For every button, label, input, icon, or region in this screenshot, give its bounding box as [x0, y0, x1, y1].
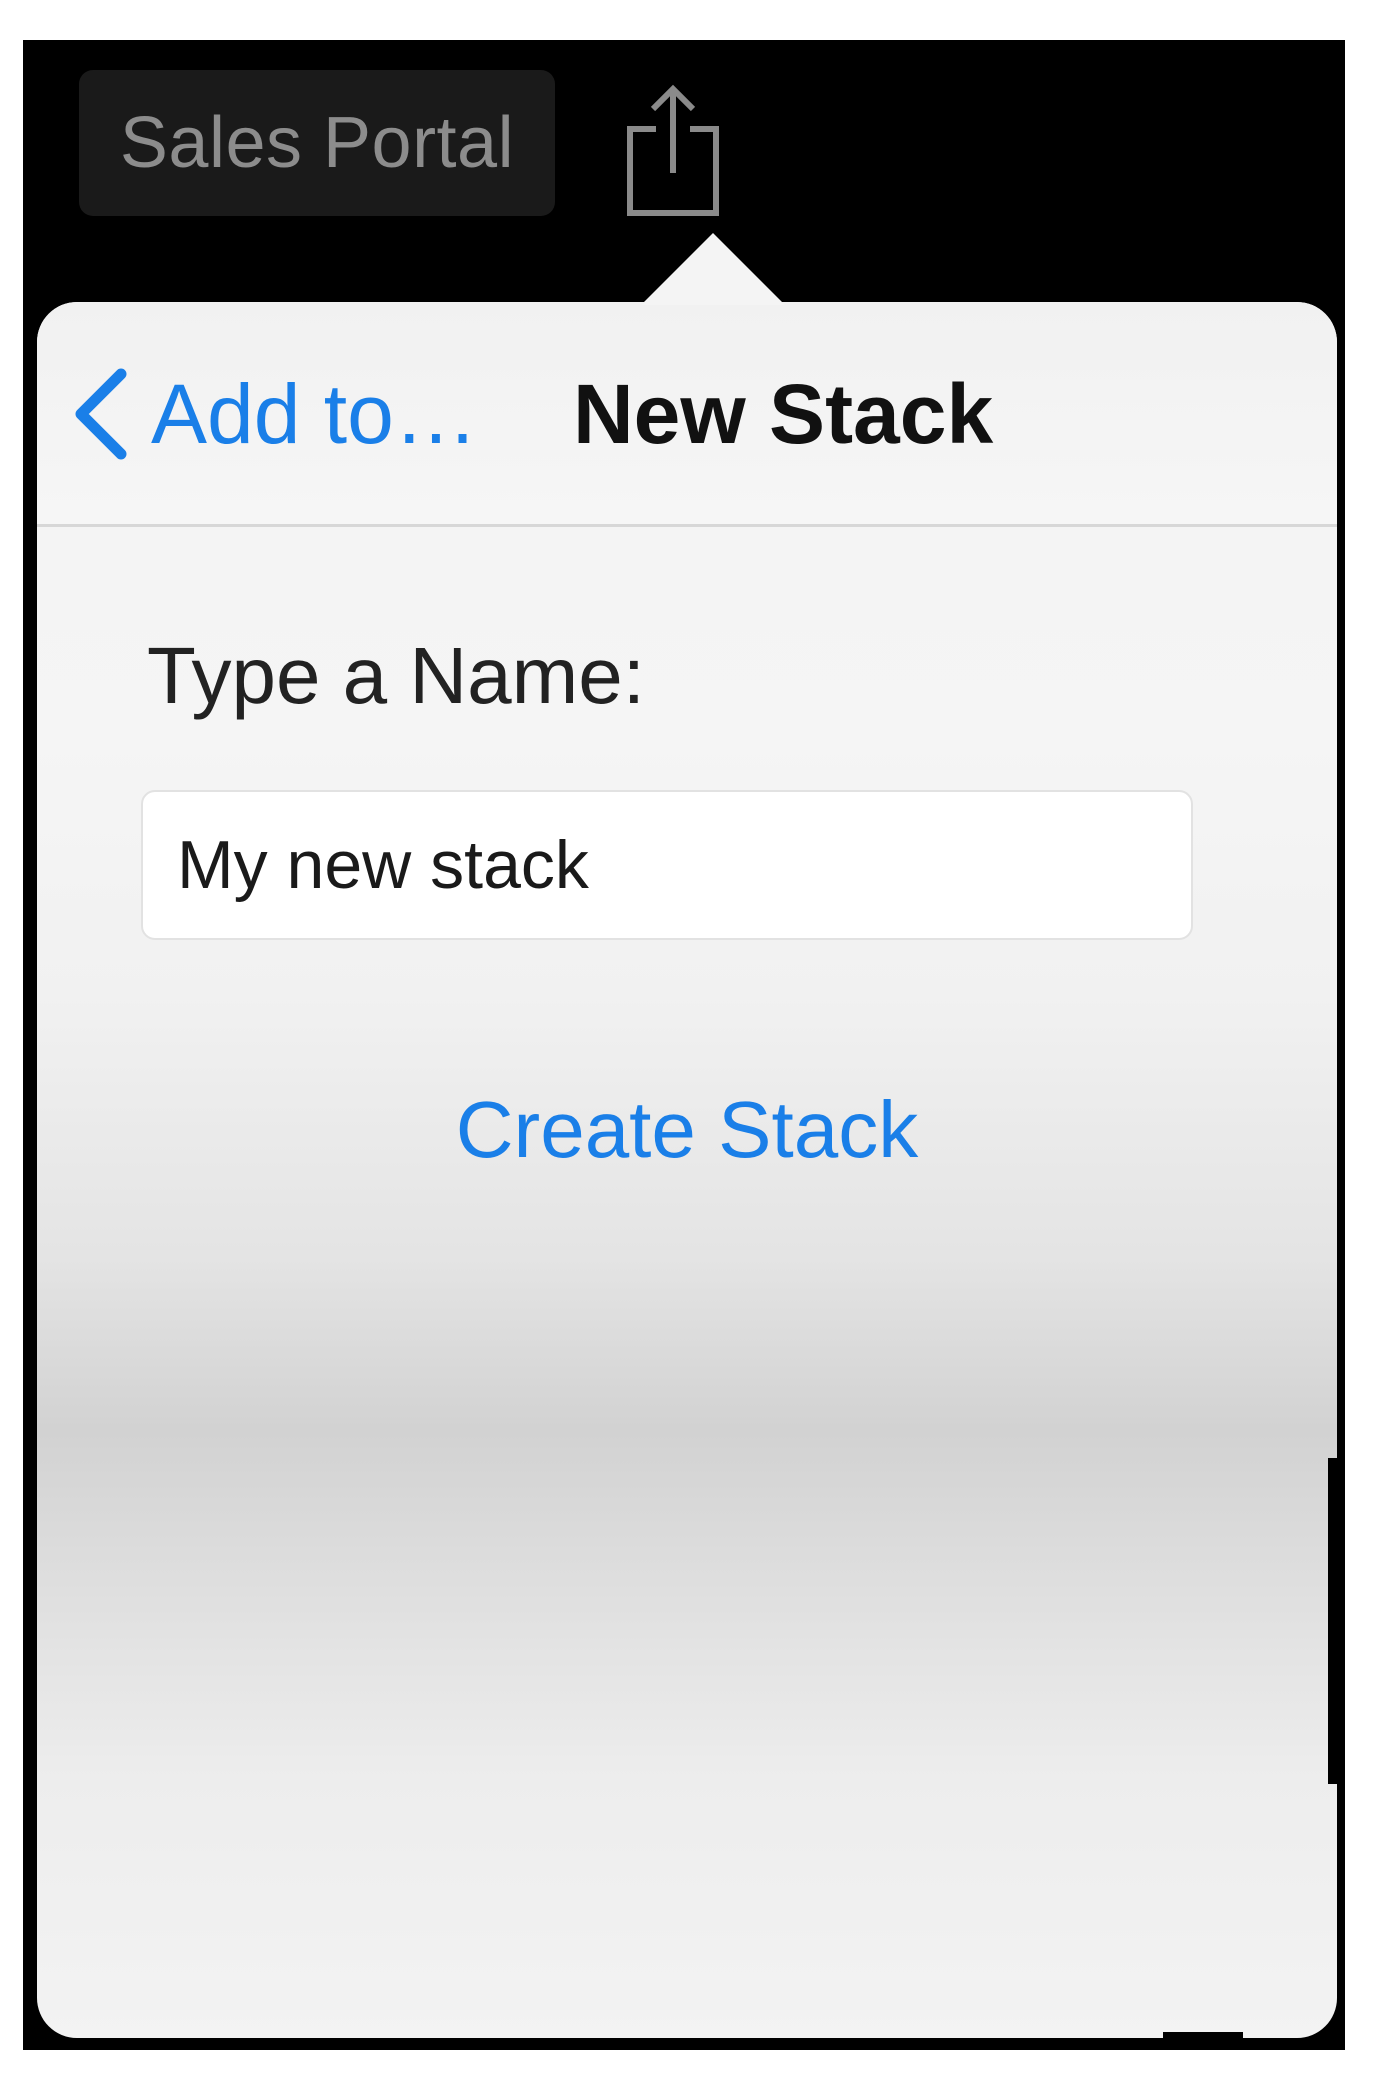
- stack-name-input[interactable]: [141, 790, 1193, 940]
- popover-nav-bar: Add to… New Stack: [37, 302, 1337, 527]
- new-stack-popover: Add to… New Stack Type a Name: Create St…: [37, 302, 1337, 2038]
- share-button[interactable]: [613, 76, 733, 226]
- share-icon: [627, 84, 719, 216]
- create-stack-button[interactable]: Create Stack: [37, 1084, 1337, 1176]
- back-button[interactable]: Add to…: [67, 364, 478, 464]
- name-label: Type a Name:: [147, 631, 646, 720]
- device-screen: Sales Portal Add to… New Stack Type a Na…: [23, 40, 1345, 2050]
- back-label: Add to…: [151, 366, 478, 461]
- create-stack-label: Create Stack: [455, 1085, 919, 1174]
- popover-arrow: [641, 233, 785, 305]
- sales-portal-label: Sales Portal: [119, 103, 515, 183]
- bottom-edge-tab: [1163, 2032, 1243, 2050]
- page-title: New Stack: [573, 366, 994, 461]
- chevron-left-icon: [67, 364, 135, 464]
- sales-portal-button[interactable]: Sales Portal: [79, 70, 555, 216]
- scrollbar-edge: [1328, 1458, 1338, 1784]
